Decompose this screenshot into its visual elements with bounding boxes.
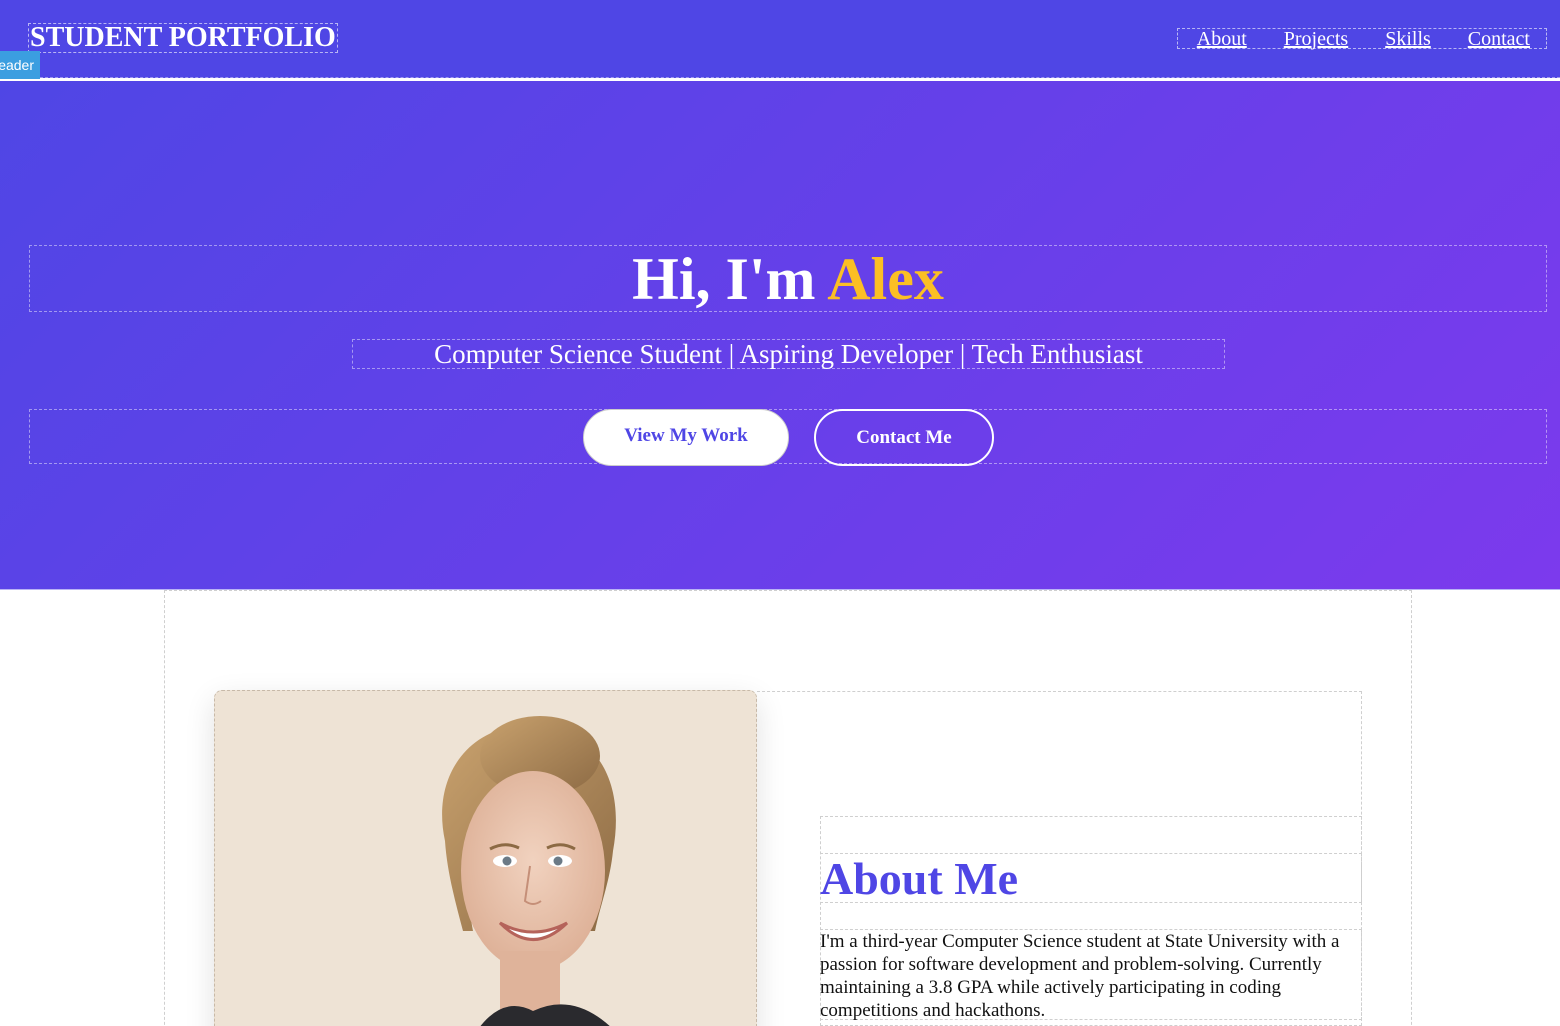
profile-photo [214,690,757,1026]
hero-name: Alex [827,246,944,312]
nav-link-contact[interactable]: Contact [1468,29,1530,49]
main-nav: About Projects Skills Contact [1177,28,1547,49]
brand-logo[interactable]: STUDENT PORTFOLIO [28,23,338,53]
about-heading: About Me [820,853,1362,904]
view-my-work-button[interactable]: View My Work [583,409,789,466]
contact-me-button[interactable]: Contact Me [814,409,994,466]
hero-title: Hi, I'm Alex [29,245,1547,312]
hero-subtitle: Computer Science Student | Aspiring Deve… [352,339,1225,369]
site-header: STUDENT PORTFOLIO About Projects Skills … [0,0,1560,78]
portrait-image [215,691,756,1026]
nav-link-about[interactable]: About [1197,29,1247,49]
nav-link-skills[interactable]: Skills [1385,29,1431,49]
hero-section: Hi, I'm Alex Computer Science Student | … [0,81,1560,590]
hero-greeting: Hi, I'm [632,246,828,312]
about-paragraph: I'm a third-year Computer Science studen… [820,929,1362,1021]
region-label-tag: Header [0,51,40,79]
hero-actions: View My Work Contact Me [29,409,1547,466]
nav-link-projects[interactable]: Projects [1284,29,1348,49]
